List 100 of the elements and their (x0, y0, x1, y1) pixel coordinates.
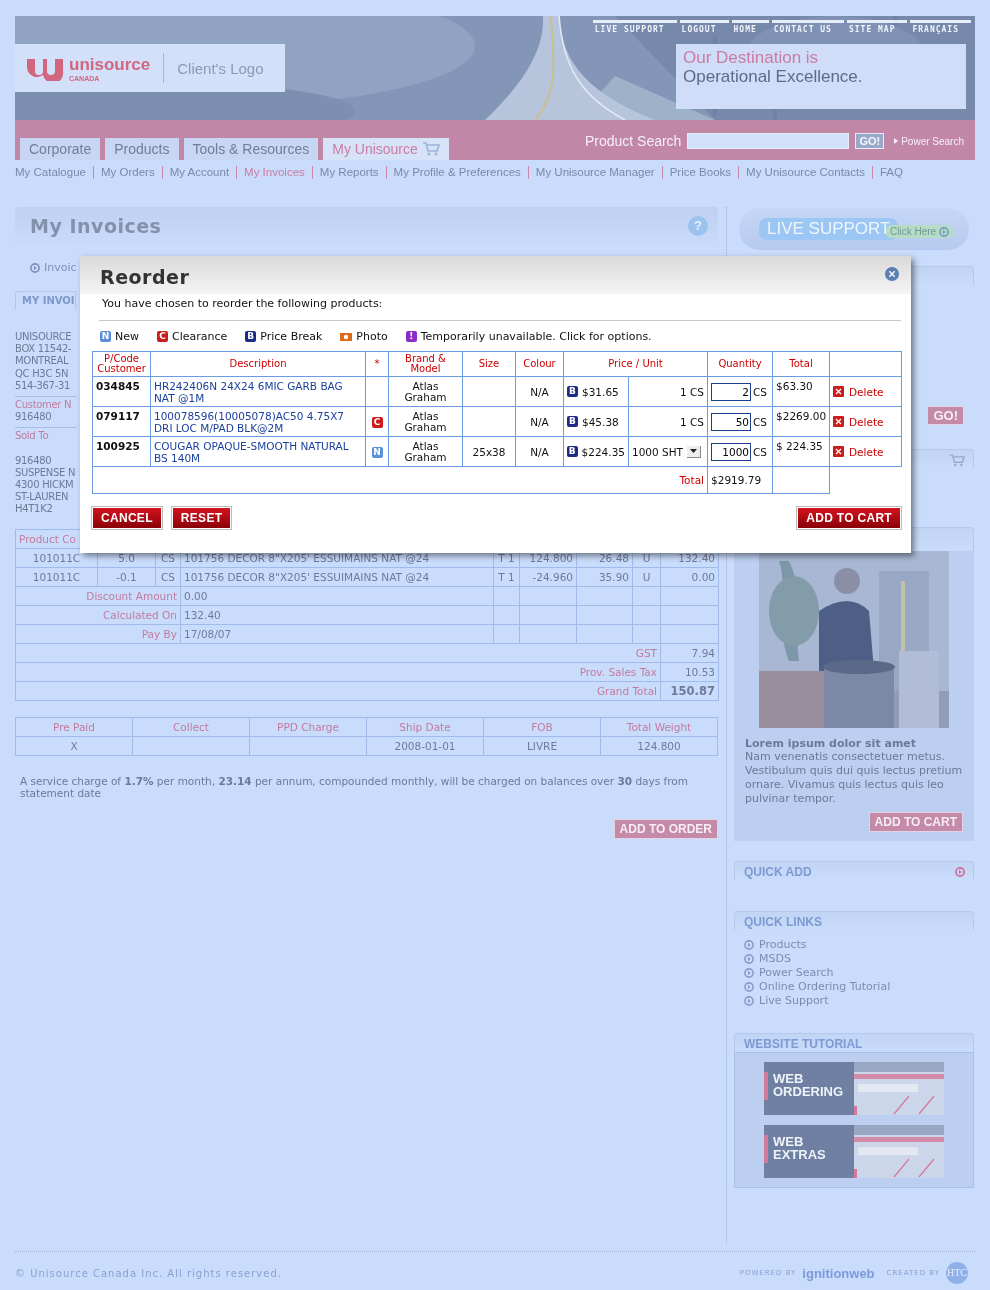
brand-cell: Atlas Graham (388, 406, 463, 437)
price-break-badge: B (567, 446, 578, 457)
table-cell: 0.00 (660, 567, 719, 587)
arrow-circle-icon (744, 996, 754, 1006)
nav-tab[interactable]: Products (105, 138, 179, 160)
breadcrumb-link[interactable]: Invoic (30, 261, 77, 274)
tutorial-banner[interactable]: WEB ORDERING (764, 1062, 944, 1115)
close-icon[interactable] (885, 267, 899, 281)
featured-title: Lorem ipsum dolor sit amet (745, 737, 918, 750)
top-link[interactable]: CONTACT US (771, 20, 844, 33)
brand-cell: Atlas Graham (388, 376, 463, 407)
arrow-circle-icon (30, 262, 40, 273)
panel-title: QUICK LINKS (744, 915, 822, 929)
tagline: Operational Excellence. (683, 67, 864, 86)
quick-add-header[interactable]: QUICK ADD (734, 861, 974, 880)
price-text: $45.38 (582, 415, 619, 428)
flag-badge: C (371, 417, 383, 428)
quantity-field[interactable]: 2 (711, 382, 751, 401)
subnav-link[interactable]: My Account (161, 166, 237, 179)
caret-icon (687, 445, 702, 458)
address-line: 4300 HICKM (15, 479, 75, 492)
subnav-link[interactable]: My Catalogue (15, 166, 93, 179)
arrow-circle-icon (744, 954, 754, 964)
tutorial-banner[interactable]: WEB EXTRAS (764, 1125, 944, 1178)
address-line: QC H3C 5N (15, 367, 70, 380)
quantity-field[interactable]: 50 (711, 412, 751, 431)
nav-tab[interactable]: Corporate (20, 138, 101, 160)
grand-total-cell: $2919.79 (707, 466, 773, 494)
top-link[interactable]: LIVE SUPPORT (592, 20, 677, 33)
brand-cell: Atlas Graham (388, 436, 463, 467)
column-header: PPD Charge (249, 717, 367, 737)
field-value: 916480 (15, 411, 53, 424)
delete-icon (833, 416, 844, 427)
cart-icon[interactable] (949, 453, 965, 467)
total-cell: $ 224.35 (772, 436, 830, 467)
quantity-field[interactable]: 1000 (711, 442, 751, 461)
dialog-intro: You have chosen to reorder the following products: (101, 297, 384, 310)
top-link[interactable]: LOGOUT (679, 20, 729, 33)
field-label: Customer N (15, 399, 73, 412)
add-to-cart-button[interactable]: ADD TO CART (868, 812, 963, 832)
row-label: GST (15, 643, 661, 663)
subnav-link[interactable]: My Invoices (236, 166, 312, 179)
dialog-button[interactable]: ADD TO CART (797, 507, 901, 529)
subnav-link[interactable]: My Profile & Preferences (385, 166, 528, 179)
column-header: Collect (132, 717, 250, 737)
column-header: Total (772, 351, 830, 377)
address-line: ST-LAUREN (15, 491, 70, 504)
legend-badge: N (100, 330, 111, 342)
go-button[interactable]: GO! (927, 406, 964, 425)
unit-label: CS (753, 385, 767, 398)
address-line: UNISOURCE (15, 331, 73, 344)
subnav-link[interactable]: My Orders (92, 166, 162, 179)
dialog-button[interactable]: RESET (171, 507, 232, 529)
go-button[interactable]: GO! (855, 133, 885, 149)
dialog-button[interactable]: CANCEL (92, 507, 162, 529)
subnav-link[interactable]: My Unisource Manager (527, 166, 662, 179)
quick-link[interactable]: Live Support (744, 994, 974, 1008)
quick-link[interactable]: Online Ordering Tutorial (744, 980, 974, 994)
subnav-link[interactable]: My Reports (311, 166, 386, 179)
arrow-circle-icon (744, 982, 754, 992)
add-to-order-button[interactable]: ADD TO ORDER (613, 818, 718, 839)
column-header: Total Weight (600, 717, 718, 737)
column-header: Quantity (707, 351, 773, 377)
nav-tab[interactable]: My Unisource (323, 138, 449, 160)
table-cell: 7.94 (660, 643, 719, 663)
power-search-link[interactable]: Power Search (894, 135, 964, 147)
table-cell: 101756 DECOR 8"X205' ESSUIMAINS NAT @24 (180, 567, 494, 587)
product-code: 034845 (92, 376, 151, 407)
brand-logo[interactable]: ignitionweb (802, 1265, 875, 1281)
creator-logo[interactable]: HTC (946, 1262, 968, 1284)
table-cell: T 1 (493, 567, 520, 587)
legend-label: Photo (356, 329, 388, 343)
subnav-link[interactable]: FAQ (871, 166, 910, 179)
quick-link[interactable]: MSDS (744, 952, 974, 966)
subnav-link[interactable]: Price Books (661, 166, 739, 179)
price-break-badge: B (567, 416, 578, 427)
help-icon[interactable]: ? (688, 215, 708, 236)
table-cell: CS (155, 567, 181, 587)
column-header: Colour (515, 351, 564, 377)
colour-cell: N/A (515, 406, 564, 437)
legend-label: New (115, 329, 139, 343)
table-cell: X (15, 736, 133, 756)
search-field[interactable] (687, 133, 850, 149)
delete-icon (833, 386, 844, 397)
price-break-badge: B (567, 386, 578, 397)
top-link[interactable]: HOME (731, 20, 769, 33)
featured-text: Nam venenatis consectetuer metus. Vestibulum quis dui quis lectus pretium ornare. Vivamus quis lectus quis leo pulvinar tempor. (745, 750, 964, 806)
top-link[interactable]: SITE MAP (846, 20, 908, 33)
subnav-link[interactable]: My Unisource Contacts (738, 166, 872, 179)
live-support-button[interactable]: LIVE SUPPORTClick Here (739, 208, 969, 250)
top-link[interactable]: FRANÇAIS (910, 20, 971, 33)
section-tab[interactable]: MY INVOI (15, 291, 76, 310)
unit-label: CS (753, 445, 767, 458)
service-note: A service charge of 1.7% per month, 23.14 per annum, compounded monthly, will be charged on balances over 30 days from statement date (20, 774, 689, 799)
quick-link[interactable]: Products (744, 938, 974, 952)
field-label: Sold To (15, 430, 50, 443)
quick-link[interactable]: Power Search (744, 966, 974, 980)
nav-tab[interactable]: Tools & Resources (183, 138, 319, 160)
arrow-circle-icon (744, 968, 754, 978)
search-label: Product Search (584, 133, 682, 149)
